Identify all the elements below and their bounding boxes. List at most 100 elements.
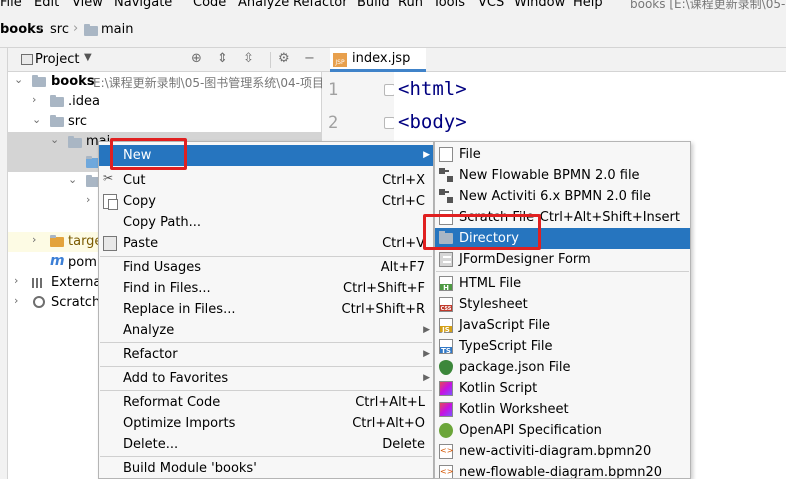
submenu-item-javascript-file[interactable]: JS JavaScript File xyxy=(435,315,690,336)
menu-item-label: Kotlin Worksheet xyxy=(459,402,569,417)
chevron-right-icon[interactable]: › xyxy=(32,233,36,246)
tree-item-books[interactable]: ⌄ books E:\课程更新录制\05-图书管理系统\04-项目 xyxy=(8,72,324,92)
code-file-icon: <> xyxy=(439,444,453,459)
submenu-item-activiti-bpmn[interactable]: New Activiti 6.x BPMN 2.0 file xyxy=(435,186,690,207)
menu-item-paste[interactable]: Paste Ctrl+V xyxy=(99,233,433,254)
tree-item-idea[interactable]: › .idea xyxy=(8,92,322,112)
locate-icon[interactable]: ⊕ xyxy=(191,51,202,66)
menu-vcs[interactable]: VCS xyxy=(478,0,504,11)
menu-item-shortcut: Ctrl+Alt+L xyxy=(355,395,425,410)
menu-item-refactor[interactable]: Refactor ▶ xyxy=(99,344,433,365)
code-line: <body> xyxy=(398,111,467,133)
menu-item-analyze[interactable]: Analyze ▶ xyxy=(99,320,433,341)
menu-edit[interactable]: Edit xyxy=(34,0,59,11)
submenu-item-flowable-bpmn[interactable]: New Flowable BPMN 2.0 file xyxy=(435,165,690,186)
menu-item-label: Copy Path... xyxy=(123,215,202,230)
submenu-item-kotlin-worksheet[interactable]: Kotlin Worksheet xyxy=(435,399,690,420)
chevron-down-icon[interactable]: ⌄ xyxy=(32,113,41,126)
menu-item-label: Refactor xyxy=(123,347,178,362)
menu-item-shortcut: Ctrl+Shift+R xyxy=(341,302,426,317)
hide-icon[interactable]: − xyxy=(304,51,315,66)
context-menu: New ▶ ✂ Cut Ctrl+X Copy Ctrl+C Copy Path… xyxy=(98,141,434,479)
breadcrumb: books › src › main xyxy=(0,11,786,48)
menu-separator xyxy=(100,456,432,457)
menu-item-optimize-imports[interactable]: Optimize Imports Ctrl+Alt+O xyxy=(99,413,433,434)
menu-item-label: Add to Favorites xyxy=(123,371,229,386)
code-file-icon: <> xyxy=(439,465,453,478)
form-icon xyxy=(439,252,453,267)
menu-run[interactable]: Run xyxy=(398,0,423,11)
expand-all-icon[interactable]: ⇕ xyxy=(217,51,228,66)
menu-item-reformat-code[interactable]: Reformat Code Ctrl+Alt+L xyxy=(99,392,433,413)
menu-navigate[interactable]: Navigate xyxy=(114,0,172,11)
submenu-item-html-file[interactable]: H HTML File xyxy=(435,273,690,294)
collapse-all-icon[interactable]: ⇳ xyxy=(243,51,254,66)
ts-file-icon: TS xyxy=(439,339,453,355)
chevron-right-icon[interactable]: › xyxy=(86,193,90,206)
menu-item-replace-in-files[interactable]: Replace in Files... Ctrl+Shift+R xyxy=(99,299,433,320)
gear-icon[interactable]: ⚙ xyxy=(278,51,290,66)
menu-item-shortcut: Ctrl+Alt+Shift+Insert xyxy=(539,210,680,225)
menu-code[interactable]: Code xyxy=(193,0,226,11)
chevron-down-icon[interactable]: ⌄ xyxy=(68,173,77,186)
breadcrumb-item-main[interactable]: main xyxy=(101,22,133,38)
submenu-item-jformdesigner-form[interactable]: JFormDesigner Form xyxy=(435,249,690,270)
menu-item-label: Find Usages xyxy=(123,260,202,275)
submenu-item-stylesheet[interactable]: CSS Stylesheet xyxy=(435,294,690,315)
breadcrumb-separator-icon: › xyxy=(73,21,79,36)
menu-tools[interactable]: Tools xyxy=(433,0,465,11)
menu-item-copy-path[interactable]: Copy Path... xyxy=(99,212,433,233)
menu-item-label: New Activiti 6.x BPMN 2.0 file xyxy=(459,189,651,204)
menu-item-label: Kotlin Script xyxy=(459,381,538,396)
menu-item-find-usages[interactable]: Find Usages Alt+F7 xyxy=(99,257,433,278)
menu-item-find-in-files[interactable]: Find in Files... Ctrl+Shift+F xyxy=(99,278,433,299)
scissors-icon: ✂ xyxy=(103,171,114,185)
menu-build[interactable]: Build xyxy=(357,0,390,11)
submenu-item-flowable-diagram[interactable]: <> new-flowable-diagram.bpmn20 xyxy=(435,462,690,478)
menu-item-label: Optimize Imports xyxy=(123,416,236,431)
chevron-down-icon[interactable]: ⌄ xyxy=(14,73,23,86)
menu-file[interactable]: File xyxy=(0,0,22,11)
submenu-item-openapi[interactable]: OpenAPI Specification xyxy=(435,420,690,441)
menu-item-build-module[interactable]: Build Module 'books' xyxy=(99,458,433,478)
npm-icon xyxy=(439,360,453,375)
breadcrumb-item-src[interactable]: src xyxy=(50,22,69,38)
line-number: 1 xyxy=(328,80,339,100)
menu-item-delete[interactable]: Delete... Delete xyxy=(99,434,433,455)
chevron-down-icon[interactable]: ▼ xyxy=(84,52,92,63)
chevron-right-icon[interactable]: › xyxy=(14,274,18,287)
menu-view[interactable]: View xyxy=(72,0,103,11)
tree-item-src[interactable]: ⌄ src xyxy=(8,112,322,132)
menu-analyze[interactable]: Analyze xyxy=(238,0,289,11)
menu-window[interactable]: Window xyxy=(514,0,565,11)
menu-item-shortcut: Delete xyxy=(382,437,425,452)
menu-item-shortcut: Alt+F7 xyxy=(380,260,425,275)
submenu-item-kotlin-script[interactable]: Kotlin Script xyxy=(435,378,690,399)
chevron-right-icon[interactable]: › xyxy=(14,294,18,307)
annotation-highlight-new xyxy=(110,138,187,170)
submenu-item-activiti-diagram[interactable]: <> new-activiti-diagram.bpmn20 xyxy=(435,441,690,462)
menu-help[interactable]: Help xyxy=(573,0,603,11)
chevron-down-icon[interactable]: ⌄ xyxy=(50,133,59,146)
tree-item-label: books xyxy=(51,74,95,89)
menu-item-add-to-favorites[interactable]: Add to Favorites ▶ xyxy=(99,368,433,389)
menu-item-copy[interactable]: Copy Ctrl+C xyxy=(99,191,433,212)
tab-index-jsp[interactable]: JSP index.jsp xyxy=(330,48,426,72)
chevron-right-icon[interactable]: › xyxy=(32,93,36,106)
submenu-item-typescript-file[interactable]: TS TypeScript File xyxy=(435,336,690,357)
menu-bar: File Edit View Navigate Code Analyze Ref… xyxy=(0,0,786,11)
menu-item-label: Delete... xyxy=(123,437,179,452)
menu-item-cut[interactable]: ✂ Cut Ctrl+X xyxy=(99,170,433,191)
submenu-arrow-icon: ▶ xyxy=(423,373,430,383)
menu-item-label: TypeScript File xyxy=(459,339,553,354)
html-file-icon: H xyxy=(439,276,453,292)
css-file-icon: CSS xyxy=(439,297,453,312)
tree-item-label: src xyxy=(68,114,87,129)
submenu-item-file[interactable]: File xyxy=(435,144,690,165)
submenu-item-package-json[interactable]: package.json File xyxy=(435,357,690,378)
tree-item-label: .idea xyxy=(68,94,100,109)
menu-separator xyxy=(100,390,432,391)
js-file-icon: JS xyxy=(439,318,453,334)
project-view-selector[interactable]: Project xyxy=(35,52,79,67)
menu-refactor[interactable]: Refactor xyxy=(293,0,348,11)
